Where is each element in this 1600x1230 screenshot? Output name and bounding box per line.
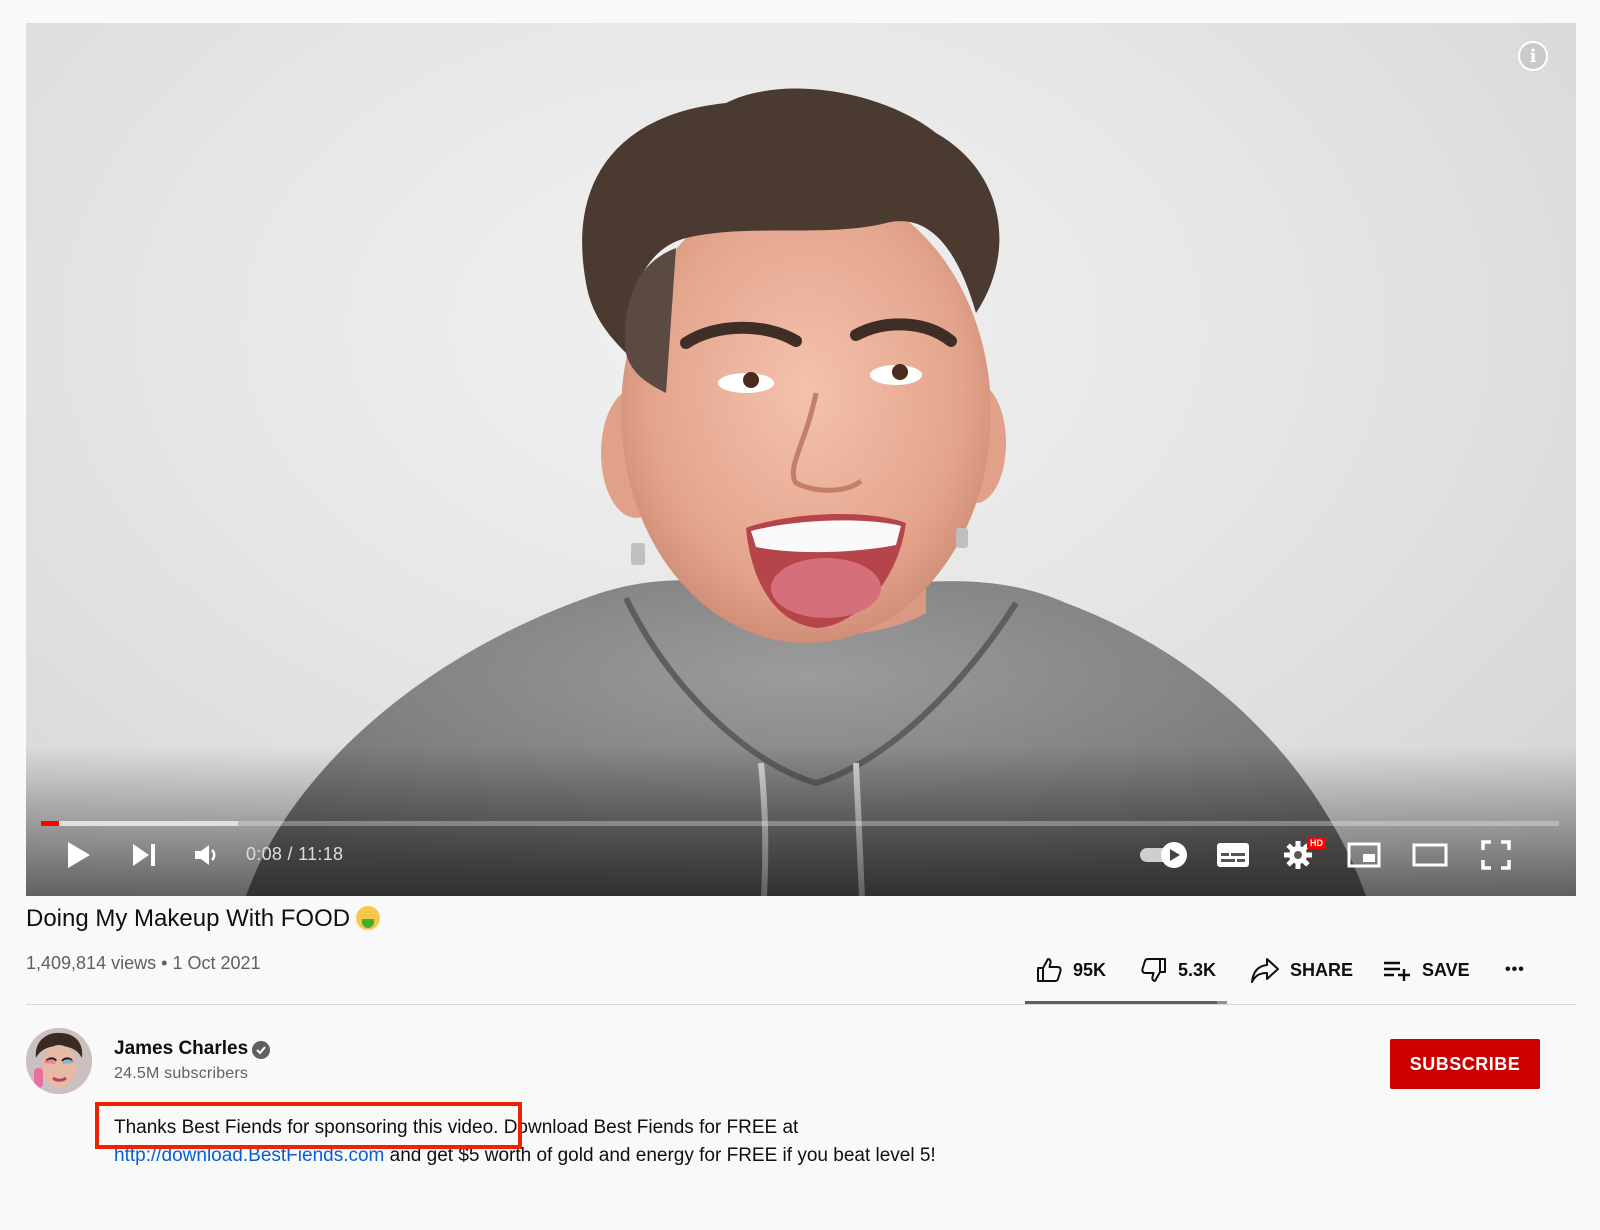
autoplay-toggle[interactable] xyxy=(1136,833,1192,877)
more-horizontal-icon: ••• xyxy=(1505,961,1525,978)
video-title: Doing My Makeup With FOOD xyxy=(26,905,381,933)
video-player[interactable]: i 0:08 / 11:18 HD xyxy=(26,23,1576,896)
video-meta: 1,409,814 views • 1 Oct 2021 xyxy=(26,953,261,974)
share-label: SHARE xyxy=(1290,959,1354,980)
play-button[interactable] xyxy=(56,833,100,877)
subtitles-icon xyxy=(1217,843,1249,867)
volume-icon xyxy=(195,845,216,865)
settings-button[interactable]: HD xyxy=(1276,833,1326,877)
next-icon xyxy=(133,844,155,866)
thumbs-down-icon xyxy=(1141,958,1166,982)
player-controls: 0:08 / 11:18 HD xyxy=(26,833,1576,883)
dislike-button[interactable]: 5.3K xyxy=(1140,950,1216,990)
miniplayer-button[interactable] xyxy=(1342,833,1386,877)
autoplay-toggle-icon xyxy=(1140,842,1187,868)
fullscreen-icon xyxy=(1481,840,1511,870)
info-card-icon[interactable]: i xyxy=(1518,41,1548,71)
time-display: 0:08 / 11:18 xyxy=(246,844,344,864)
progress-played xyxy=(41,821,60,826)
subtitles-button[interactable] xyxy=(1211,833,1255,877)
save-button[interactable]: SAVE xyxy=(1382,950,1470,990)
verified-check-icon xyxy=(252,1041,270,1059)
theater-mode-icon xyxy=(1412,843,1448,867)
save-label: SAVE xyxy=(1422,959,1470,980)
channel-avatar[interactable] xyxy=(26,1028,92,1094)
avatar-image xyxy=(26,1028,92,1094)
subscriber-count: 24.5M subscribers xyxy=(114,1065,249,1082)
divider xyxy=(26,1004,1576,1005)
channel-name[interactable]: James Charles xyxy=(114,1038,248,1060)
volume-button[interactable] xyxy=(184,833,228,877)
subscribe-button[interactable]: SUBSCRIBE xyxy=(1390,1039,1540,1089)
like-count: 95K xyxy=(1073,959,1107,980)
share-icon xyxy=(1251,958,1279,983)
progress-bar[interactable] xyxy=(41,821,1559,826)
like-button[interactable]: 95K xyxy=(1035,950,1106,990)
upload-date: 1 Oct 2021 xyxy=(172,953,261,973)
play-icon xyxy=(68,842,90,868)
thumbs-up-icon xyxy=(1037,958,1062,982)
miniplayer-icon xyxy=(1347,842,1381,868)
annotation-highlight-box xyxy=(95,1102,522,1149)
next-button[interactable] xyxy=(122,833,166,877)
share-button[interactable]: SHARE xyxy=(1250,950,1353,990)
dislike-count: 5.3K xyxy=(1178,959,1217,980)
nauseated-face-icon xyxy=(356,906,381,930)
video-title-text: Doing My Makeup With FOOD xyxy=(26,905,351,932)
meta-separator: • xyxy=(161,953,168,973)
hd-badge: HD xyxy=(1307,837,1326,849)
theater-mode-button[interactable] xyxy=(1408,833,1452,877)
progress-buffered xyxy=(41,821,239,826)
fullscreen-button[interactable] xyxy=(1474,833,1518,877)
playlist-add-icon xyxy=(1384,961,1410,981)
more-actions-button[interactable]: ••• xyxy=(1505,950,1525,990)
view-count: 1,409,814 views xyxy=(26,953,157,973)
